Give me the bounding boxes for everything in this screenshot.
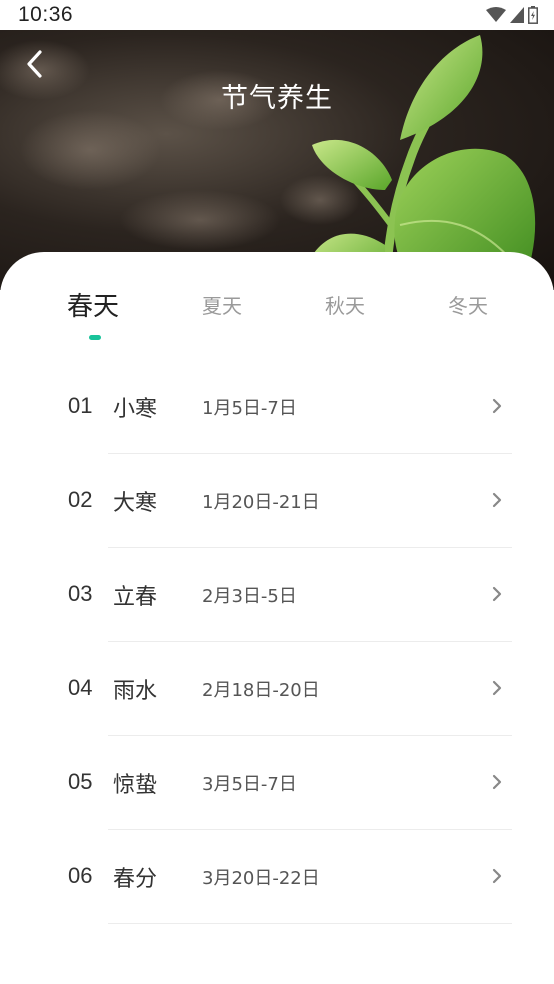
season-tabs: 春天 夏天 秋天 冬天 xyxy=(0,282,554,352)
term-date: 2月18日-20日 xyxy=(202,680,320,701)
chevron-right-icon xyxy=(492,492,502,508)
tab-autumn[interactable]: 秋天 xyxy=(325,290,365,319)
term-number: 03 xyxy=(68,581,93,606)
chevron-right-icon xyxy=(492,868,502,884)
list-item[interactable]: 05 惊蛰 3月5日-7日 xyxy=(0,736,554,830)
term-date: 3月20日-22日 xyxy=(202,868,320,889)
solar-term-list: 01 小寒 1月5日-7日 02 大寒 1月20日-21日 03 立春 2月3日… xyxy=(0,360,554,924)
battery-icon xyxy=(528,6,538,24)
term-name: 雨水 xyxy=(113,679,158,704)
content-card: 春天 夏天 秋天 冬天 01 小寒 1月5日-7日 02 大寒 1月20日-21… xyxy=(0,252,554,984)
term-number: 04 xyxy=(68,675,93,700)
list-item[interactable]: 04 雨水 2月18日-20日 xyxy=(0,642,554,736)
list-item[interactable]: 01 小寒 1月5日-7日 xyxy=(0,360,554,454)
wifi-icon xyxy=(486,7,506,22)
tab-indicator xyxy=(89,335,101,340)
divider xyxy=(108,923,512,924)
term-name: 春分 xyxy=(113,867,158,892)
signal-icon xyxy=(510,7,524,23)
tab-winter[interactable]: 冬天 xyxy=(448,290,488,319)
term-number: 02 xyxy=(68,487,93,512)
chevron-right-icon xyxy=(492,586,502,602)
term-name: 大寒 xyxy=(113,491,158,516)
chevron-right-icon xyxy=(492,398,502,414)
tab-summer[interactable]: 夏天 xyxy=(202,290,242,319)
status-time: 10:36 xyxy=(18,3,74,26)
chevron-right-icon xyxy=(492,680,502,696)
list-item[interactable]: 06 春分 3月20日-22日 xyxy=(0,830,554,924)
term-name: 立春 xyxy=(113,585,158,610)
term-number: 01 xyxy=(68,393,93,418)
tab-spring[interactable]: 春天 xyxy=(67,286,119,323)
hero-image xyxy=(0,30,554,290)
term-date: 1月5日-7日 xyxy=(202,398,297,419)
term-number: 06 xyxy=(68,863,93,888)
chevron-right-icon xyxy=(492,774,502,790)
status-icons xyxy=(486,6,538,24)
list-item[interactable]: 02 大寒 1月20日-21日 xyxy=(0,454,554,548)
term-name: 小寒 xyxy=(113,397,158,422)
term-date: 1月20日-21日 xyxy=(202,492,320,513)
list-item[interactable]: 03 立春 2月3日-5日 xyxy=(0,548,554,642)
term-date: 3月5日-7日 xyxy=(202,774,297,795)
term-name: 惊蛰 xyxy=(113,773,158,798)
term-date: 2月3日-5日 xyxy=(202,586,297,607)
page-title: 节气养生 xyxy=(221,83,333,114)
term-number: 05 xyxy=(68,769,93,794)
status-bar: 10:36 xyxy=(0,0,554,30)
